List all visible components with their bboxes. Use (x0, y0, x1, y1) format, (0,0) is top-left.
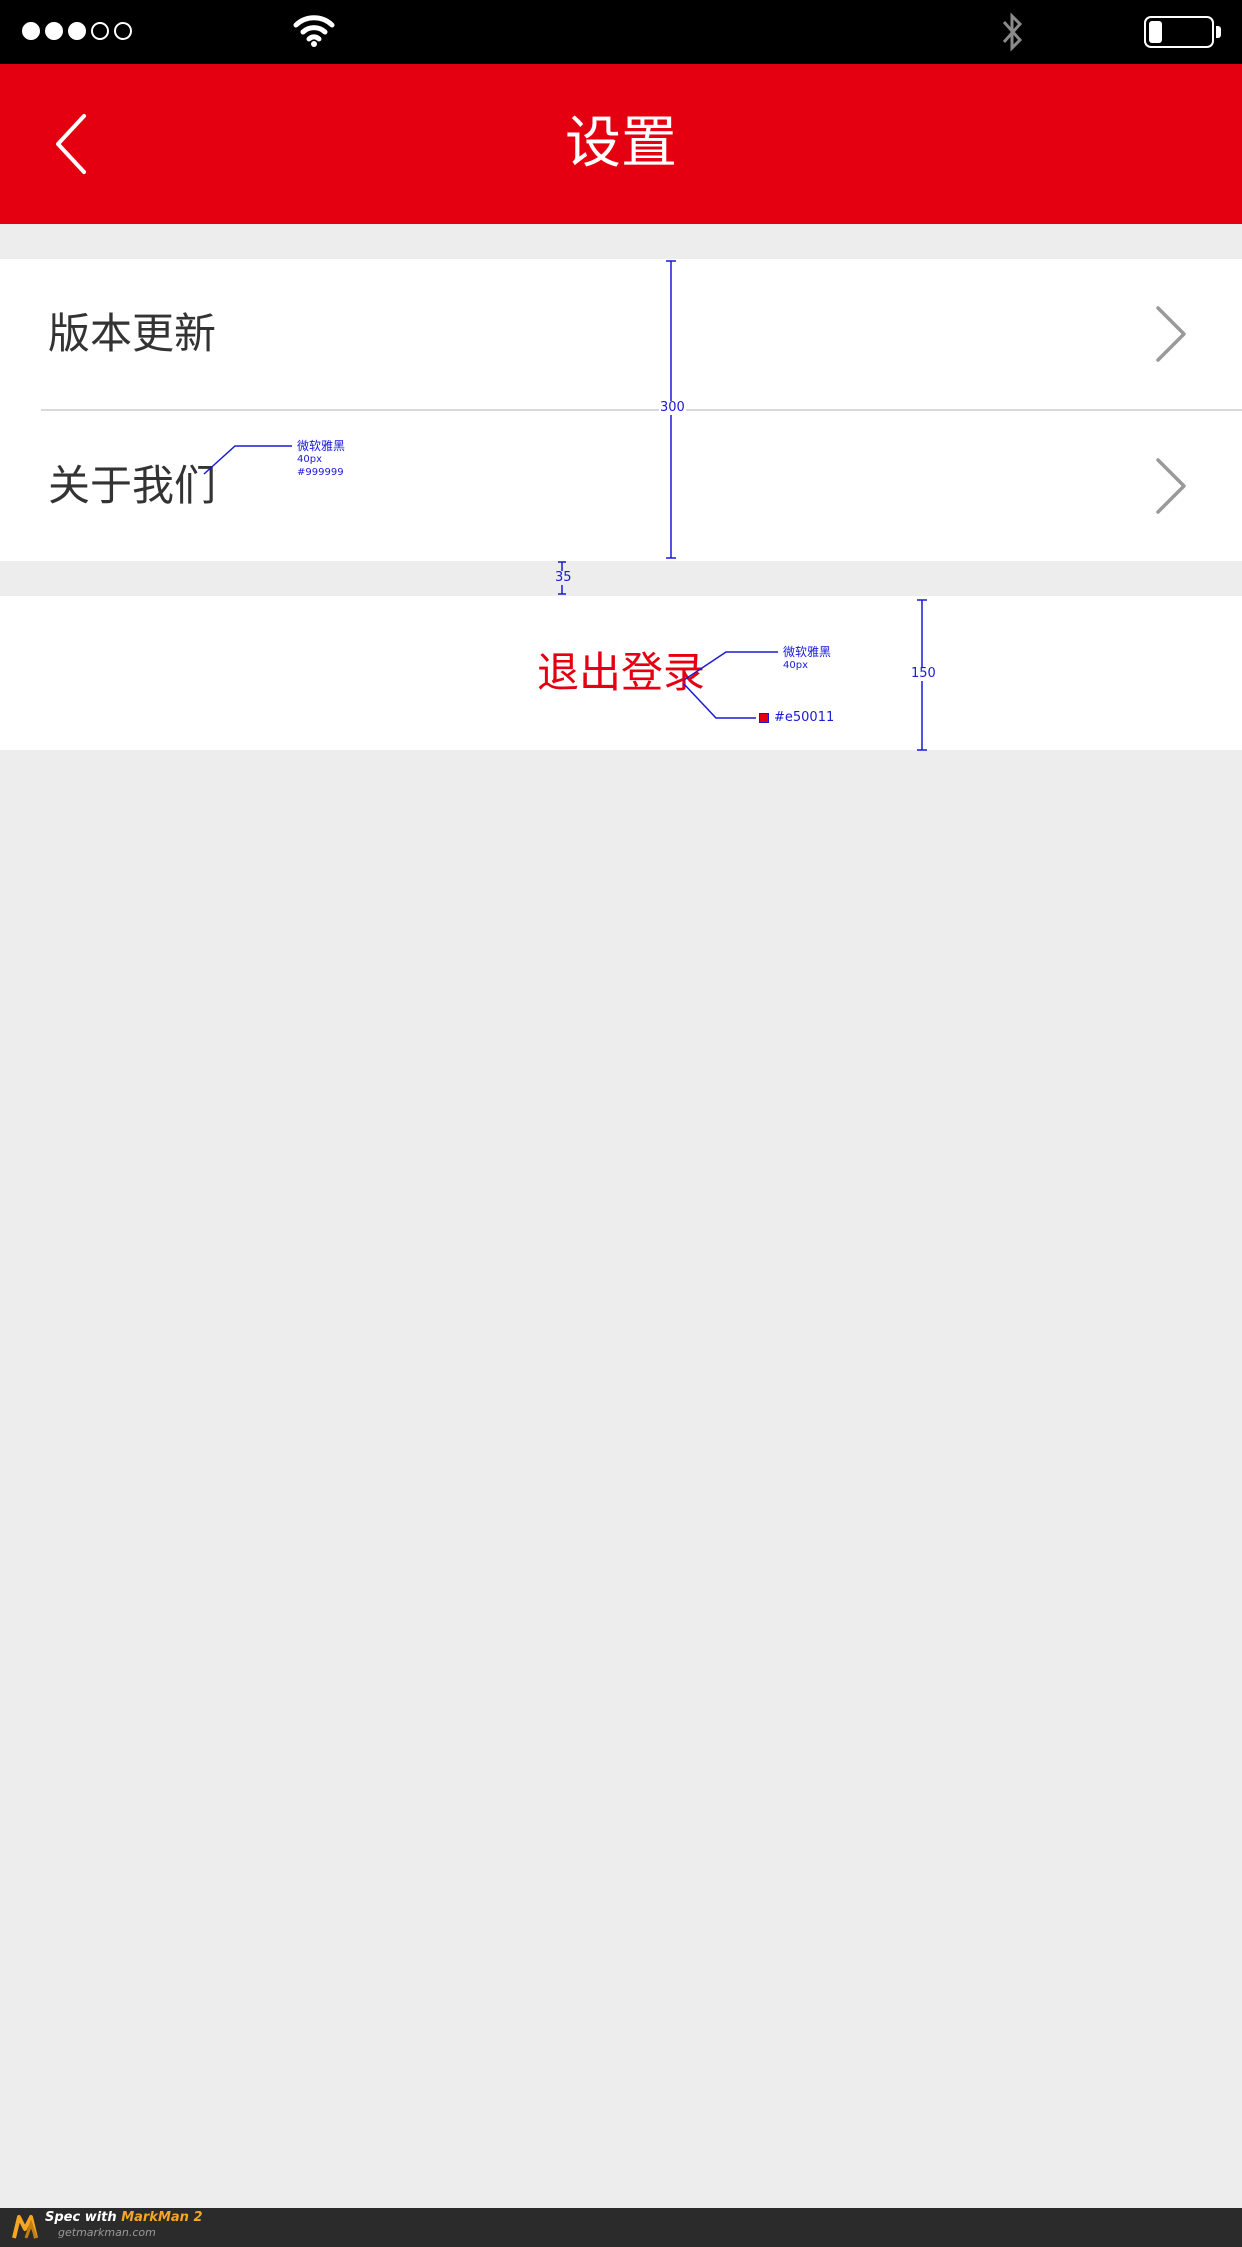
bluetooth-icon (1002, 12, 1023, 52)
font-note-1-size: 40px (297, 454, 322, 465)
font-note-1-color: #999999 (297, 467, 344, 478)
font-note-2-font: 微软雅黑 (783, 645, 832, 659)
markman-logo-icon (12, 2215, 38, 2239)
logout-label: 退出登录 (536, 648, 705, 697)
measure-group-height: 300 (659, 400, 686, 415)
version-update-label: 版本更新 (48, 309, 217, 358)
color-swatch (759, 713, 769, 723)
version-update-row[interactable]: 版本更新 (0, 259, 1242, 409)
page-title: 设置 (565, 111, 677, 176)
chevron-right-icon (1156, 458, 1186, 514)
logout-button[interactable]: 退出登录 (0, 596, 1242, 750)
markman-footer-title: Spec with MarkMan 2 (45, 2210, 203, 2226)
font-note-2-size: 40px (783, 660, 808, 671)
about-us-label: 关于我们 (48, 461, 217, 510)
font-note-2: 微软雅黑 40px (783, 645, 831, 672)
about-us-row[interactable]: 关于我们 (0, 411, 1242, 561)
font-note-1-font: 微软雅黑 (297, 439, 346, 453)
measure-logout-height: 150 (910, 666, 937, 681)
measure-gap: 35 (555, 570, 572, 585)
color-note: #e50011 (774, 710, 835, 725)
markman-site: getmarkman.com (58, 2226, 156, 2239)
font-note-1: 微软雅黑 40px #999999 (297, 439, 345, 479)
battery-tip (1216, 26, 1221, 38)
battery-percent: 22% (1046, 10, 1127, 54)
battery-level (1149, 21, 1162, 43)
markman-spec-prefix: Spec with (45, 2210, 122, 2225)
chevron-right-icon (1156, 306, 1186, 362)
battery-icon (1144, 16, 1214, 48)
markman-brand: MarkMan 2 (121, 2210, 203, 2225)
